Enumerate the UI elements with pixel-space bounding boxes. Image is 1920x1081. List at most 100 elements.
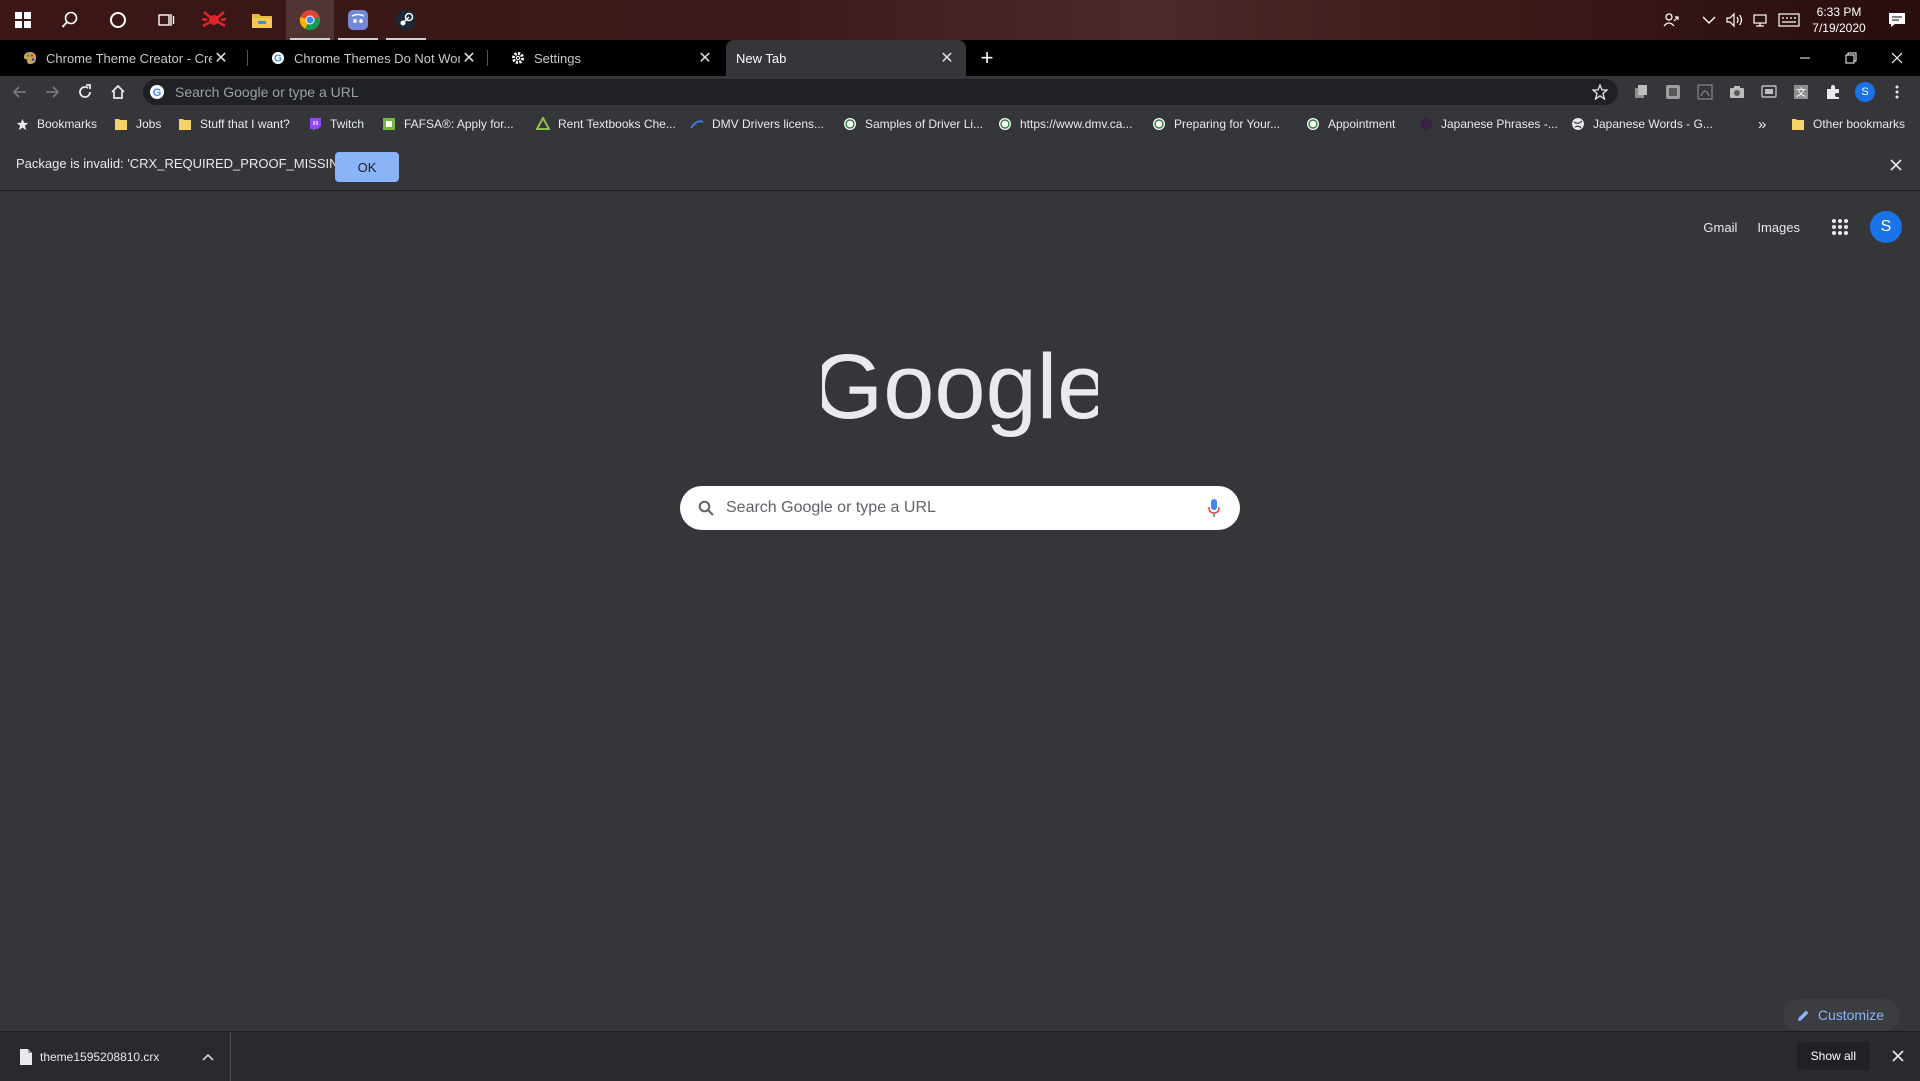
file-explorer-icon[interactable] [238, 0, 286, 40]
bookmark-label: Other bookmarks [1813, 117, 1906, 131]
extension-screen-icon[interactable] [1758, 81, 1780, 103]
task-view-icon[interactable] [142, 0, 190, 40]
bookmark-appointment[interactable]: Appointment [1305, 108, 1395, 140]
reload-button[interactable] [73, 80, 97, 104]
extensions-puzzle-icon[interactable] [1822, 81, 1844, 103]
show-all-button[interactable]: Show all [1796, 1042, 1870, 1070]
search-placeholder: Search Google or type a URL [726, 499, 936, 516]
bookmark-folder-stuff[interactable]: Stuff that I want? [177, 108, 290, 140]
customize-label: Customize [1817, 1007, 1884, 1023]
tab-chrome-themes-do-not-work[interactable]: G Chrome Themes Do Not Work - G ✕ [248, 40, 488, 76]
extension-translate-icon[interactable]: 文 [1790, 81, 1812, 103]
folder-icon [1790, 116, 1806, 132]
forward-button[interactable] [40, 80, 64, 104]
back-button[interactable] [8, 80, 32, 104]
dmv-seal-icon [1305, 116, 1321, 132]
bookmark-label: Stuff that I want? [200, 117, 290, 131]
bookmark-japanese-words[interactable]: Japanese Words - G... [1570, 108, 1713, 140]
cortana-icon[interactable] [94, 0, 142, 40]
close-icon[interactable] [1888, 1046, 1908, 1066]
bookmark-folder-jobs[interactable]: Jobs [113, 108, 161, 140]
bookmark-label: Bookmarks [37, 117, 98, 131]
site-icon [1418, 116, 1434, 132]
extension-pdf-icon[interactable] [1694, 81, 1716, 103]
tab-title: Settings [534, 50, 581, 66]
customize-button[interactable]: Customize [1782, 999, 1900, 1031]
images-link[interactable]: Images [1757, 220, 1800, 235]
close-icon[interactable]: ✕ [938, 48, 956, 68]
globe-icon [1570, 116, 1586, 132]
bookmark-label: DMV Drivers licens... [712, 117, 825, 131]
tab-new-tab[interactable]: New Tab ✕ [726, 40, 966, 76]
bookmark-label: Japanese Phrases -... [1441, 117, 1558, 131]
theme-creator-icon [22, 50, 38, 66]
tab-settings[interactable]: Settings ✕ [488, 40, 724, 76]
chevron-up-icon[interactable] [1696, 0, 1722, 40]
extension-copy-icon[interactable] [1630, 81, 1652, 103]
google-g-icon: G [270, 50, 286, 66]
chrome-taskbar-icon[interactable] [286, 0, 334, 40]
dmv-seal-icon [1151, 116, 1167, 132]
extension-camera-icon[interactable] [1726, 81, 1748, 103]
close-window-button[interactable] [1874, 40, 1920, 76]
bookmark-other-bookmarks[interactable]: Other bookmarks [1790, 108, 1905, 140]
close-icon[interactable]: ✕ [460, 48, 478, 68]
bookmark-dmv-licenses[interactable]: DMV Drivers licens... [689, 108, 824, 140]
chevron-up-icon[interactable] [202, 1053, 214, 1061]
bookmarks-overflow-chevron[interactable]: » [1758, 108, 1766, 140]
bookmarks-bar: Bookmarks Jobs Stuff that I want? Twitch… [0, 108, 1920, 140]
bookmark-twitch[interactable]: Twitch [307, 108, 364, 140]
new-tab-button[interactable]: + [975, 40, 999, 76]
bookmark-label: Twitch [330, 117, 365, 131]
restore-button[interactable] [1828, 40, 1874, 76]
minimize-button[interactable] [1782, 40, 1828, 76]
windows-start-icon[interactable] [0, 0, 46, 40]
menu-kebab-icon[interactable] [1886, 81, 1908, 103]
bookmark-preparing[interactable]: Preparing for Your... [1151, 108, 1280, 140]
taskbar-clock[interactable]: 6:33 PM 7/19/2020 [1804, 4, 1874, 36]
download-item[interactable]: theme1595208810.crx [0, 1032, 231, 1081]
bookmark-bookmarks[interactable]: Bookmarks [14, 108, 97, 140]
ntp-search-box[interactable]: Search Google or type a URL [680, 486, 1240, 530]
bookmark-label: Jobs [136, 117, 162, 131]
steam-icon[interactable] [382, 0, 430, 40]
bookmark-star-icon[interactable] [1592, 84, 1608, 100]
google-logo: Google [812, 336, 1109, 441]
bookmark-samples-driver[interactable]: Samples of Driver Li... [842, 108, 983, 140]
tab-theme-creator[interactable]: Chrome Theme Creator - Create ✕ [0, 40, 240, 76]
close-icon[interactable] [1886, 155, 1906, 175]
bookmark-rent-textbooks[interactable]: Rent Textbooks Che... [535, 108, 676, 140]
people-icon[interactable] [1658, 0, 1684, 40]
avatar[interactable]: S [1870, 211, 1902, 243]
red-spider-app-icon[interactable] [190, 0, 238, 40]
ntp-top-links: Gmail Images S [1703, 207, 1920, 247]
dmv-swoosh-icon [689, 116, 705, 132]
action-center-icon[interactable] [1874, 12, 1920, 28]
network-icon[interactable] [1748, 0, 1774, 40]
clock-time: 6:33 PM [1816, 5, 1862, 19]
apps-grid-icon[interactable] [1820, 207, 1860, 247]
microphone-icon[interactable] [1208, 499, 1220, 517]
extension-puzzle-box-icon[interactable] [1662, 81, 1684, 103]
bookmark-fafsa[interactable]: FAFSA®: Apply for... [381, 108, 514, 140]
close-icon[interactable]: ✕ [212, 48, 230, 68]
address-bar[interactable]: G Search Google or type a URL [143, 79, 1618, 105]
gmail-link[interactable]: Gmail [1703, 220, 1737, 235]
search-icon[interactable] [46, 0, 94, 40]
system-tray: 6:33 PM 7/19/2020 [1658, 0, 1920, 40]
folder-icon [113, 116, 129, 132]
home-button[interactable] [106, 80, 130, 104]
svg-text:G: G [274, 54, 282, 65]
profile-avatar-letter: S [1855, 82, 1875, 102]
profile-avatar[interactable]: S [1854, 81, 1876, 103]
bookmark-japanese-phrases[interactable]: Japanese Phrases -... [1418, 108, 1558, 140]
infobar-message: Package is invalid: 'CRX_REQUIRED_PROOF_… [16, 156, 355, 171]
address-bar-placeholder: Search Google or type a URL [175, 84, 359, 100]
discord-icon[interactable] [334, 0, 382, 40]
ok-button[interactable]: OK [335, 152, 399, 182]
close-icon[interactable]: ✕ [696, 48, 714, 68]
google-logo-text: Google [822, 346, 1098, 438]
bookmark-dmv-ca[interactable]: https://www.dmv.ca... [997, 108, 1132, 140]
keyboard-icon[interactable] [1774, 0, 1804, 40]
volume-icon[interactable] [1722, 0, 1748, 40]
